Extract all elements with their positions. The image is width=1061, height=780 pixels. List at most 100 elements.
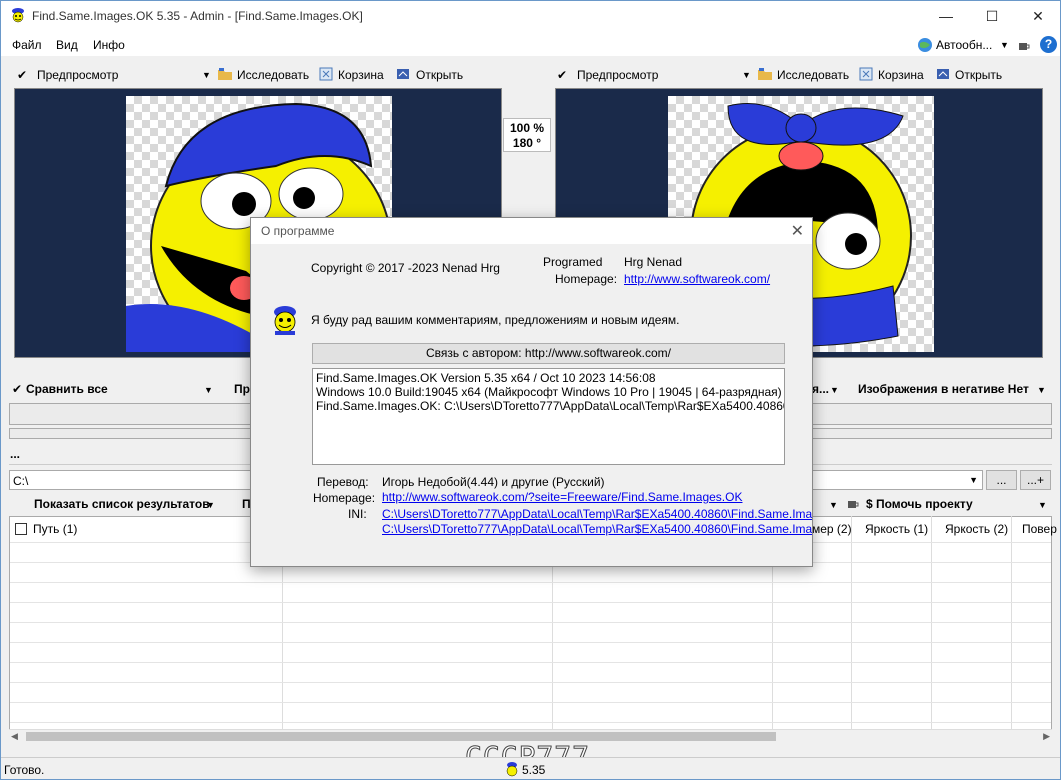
row-divider (10, 662, 1051, 663)
about-dialog-titlebar: О программе ✕ (251, 218, 812, 244)
row-divider (10, 642, 1051, 643)
chevron-down-icon[interactable]: ▼ (969, 475, 978, 485)
help-icon[interactable]: ? (1040, 36, 1057, 53)
menu-info[interactable]: Инфо (93, 38, 125, 52)
status-bar: Готово. 5.35 (0, 757, 1061, 780)
status-version: 5.35 (522, 763, 546, 777)
about-dialog: О программе ✕ Copyright © 2017 -2023 Nen… (250, 217, 813, 567)
open-icon (937, 69, 949, 79)
left-trash-button[interactable]: Корзина (338, 68, 384, 82)
right-open-button[interactable]: Открыть (955, 68, 1002, 82)
folder-icon (758, 68, 772, 80)
select-all-checkbox[interactable] (15, 523, 27, 535)
row-divider (10, 682, 1051, 683)
row-divider (10, 622, 1051, 623)
column-header-size2[interactable]: мер (2) (812, 522, 852, 536)
trash-icon (319, 67, 333, 81)
ini-path-link[interactable]: C:\Users\DToretto777\AppData\Local\Temp\… (382, 507, 812, 521)
translation-value: Игорь Недобой(4.44) и другие (Русский) (382, 475, 605, 489)
app-logo-icon (12, 8, 24, 23)
add-path-button[interactable]: ...+ (1020, 470, 1051, 490)
zoom-indicator: 100 % 180 ° (503, 118, 551, 152)
options-pr-label[interactable]: Пр (234, 382, 250, 396)
progress-label: ... (10, 447, 21, 461)
homepage2-link[interactable]: http://www.softwareok.com/?seite=Freewar… (382, 490, 742, 504)
chevron-down-icon[interactable]: ▼ (206, 500, 215, 510)
column-header-brightness2[interactable]: Яркость (2) (945, 522, 1008, 536)
minimize-button[interactable]: — (923, 0, 969, 32)
chevron-down-icon[interactable]: ▼ (202, 70, 211, 80)
ini-path-link[interactable]: C:\Users\DToretto777\AppData\Local\Temp\… (382, 522, 812, 536)
negative-images-dropdown[interactable]: Изображения в негативе Нет (858, 382, 1029, 396)
chevron-down-icon[interactable]: ▼ (829, 500, 838, 510)
row-divider (10, 722, 1051, 723)
close-icon[interactable]: ✕ (791, 221, 804, 241)
maximize-button[interactable]: ☐ (969, 0, 1015, 32)
coffee-icon[interactable] (1016, 37, 1032, 53)
chevron-down-icon[interactable]: ▼ (830, 385, 839, 395)
trash-icon (859, 67, 873, 81)
row-divider (10, 702, 1051, 703)
path-value: C:\ (13, 474, 29, 488)
column-header-rotation[interactable]: Повер (1022, 522, 1057, 536)
globe-icon[interactable] (917, 37, 933, 53)
right-explore-button[interactable]: Исследовать (777, 68, 849, 82)
scrollbar-thumb[interactable] (26, 732, 776, 741)
scroll-right-icon[interactable]: ▶ (1043, 731, 1050, 742)
close-button[interactable]: ✕ (1015, 0, 1061, 32)
donate-button[interactable]: $ Помочь проекту (866, 497, 973, 511)
right-trash-button[interactable]: Корзина (878, 68, 924, 82)
chevron-down-icon[interactable]: ▼ (1037, 385, 1046, 395)
translation-label: Перевод: (317, 475, 369, 489)
app-logo-icon (274, 306, 296, 335)
title-bar: Find.Same.Images.OK 5.35 - Admin - [Find… (0, 0, 1061, 34)
checkmark-icon[interactable]: ✔ (12, 382, 22, 396)
right-preview-toggle[interactable]: Предпросмотр (577, 68, 658, 82)
coffee-icon (848, 501, 859, 508)
chevron-down-icon[interactable]: ▼ (1038, 500, 1047, 510)
menu-view[interactable]: Вид (56, 38, 78, 52)
left-preview-toggle[interactable]: Предпросмотр (37, 68, 118, 82)
zoom-percent: 100 % (509, 121, 545, 135)
left-explore-button[interactable]: Исследовать (237, 68, 309, 82)
left-open-button[interactable]: Открыть (416, 68, 463, 82)
chevron-down-icon[interactable]: ▼ (742, 70, 751, 80)
copyright-text: Copyright © 2017 -2023 Nenad Hrg (311, 261, 500, 275)
column-divider (851, 516, 852, 741)
info-line: Windows 10.0 Build:19045 x64 (Майкрософт… (316, 385, 782, 399)
chevron-down-icon[interactable]: ▼ (204, 385, 213, 395)
contact-author-button[interactable]: Связь с автором: http://www.softwareok.c… (312, 343, 785, 364)
ini-label: INI: (348, 507, 367, 521)
show-results-dropdown[interactable]: Показать список результатов (34, 497, 210, 511)
menu-file[interactable]: Файл (12, 38, 42, 52)
compare-all-dropdown[interactable]: Сравнить все (26, 382, 108, 396)
feedback-message: Я буду рад вашим комментариям, предложен… (311, 313, 680, 327)
version-info-box[interactable]: Find.Same.Images.OK Version 5.35 x64 / O… (312, 368, 785, 465)
menu-autoupdate[interactable]: Автообн... (936, 38, 992, 52)
homepage-label: Homepage: (555, 272, 618, 286)
checkmark-icon[interactable]: ✔ (557, 68, 567, 82)
app-logo-icon (506, 762, 518, 777)
options-truncated-label[interactable]: я... (812, 382, 829, 396)
scroll-left-icon[interactable]: ◀ (11, 731, 18, 742)
browse-button[interactable]: ... (986, 470, 1017, 490)
homepage-link[interactable]: http://www.softwareok.com/ (624, 272, 770, 286)
status-text: Готово. (4, 763, 45, 777)
checkmark-icon[interactable]: ✔ (17, 68, 27, 82)
open-icon (397, 69, 409, 79)
column-header-brightness1[interactable]: Яркость (1) (865, 522, 928, 536)
programmed-value: Hrg Nenad (624, 255, 683, 269)
menu-bar: Файл Вид Инфо Автообн... ▼ ? (0, 34, 1061, 56)
column-header-path1[interactable]: Путь (1) (33, 522, 77, 536)
column-divider (931, 516, 932, 741)
info-line: Find.Same.Images.OK Version 5.35 x64 / O… (316, 371, 656, 385)
about-dialog-title: О программе (261, 224, 335, 238)
info-line: Find.Same.Images.OK: C:\Users\DToretto77… (316, 399, 785, 413)
row-divider (10, 602, 1051, 603)
chevron-down-icon[interactable]: ▼ (1000, 40, 1009, 50)
folder-icon (218, 68, 232, 80)
homepage2-label: Homepage: (313, 491, 376, 505)
rotation-angle: 180 ° (512, 136, 542, 150)
row-divider (10, 582, 1051, 583)
right-preview-toolbar: ✔ Предпросмотр ▼ Исследовать Корзина Отк… (540, 64, 1061, 86)
